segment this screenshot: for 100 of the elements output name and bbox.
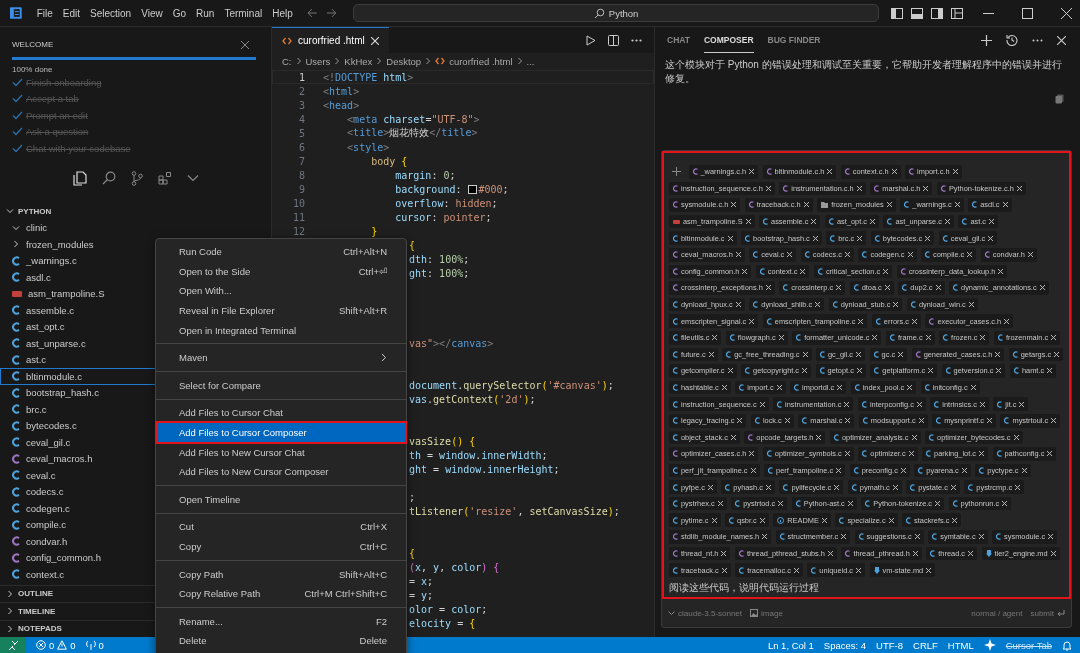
remove-icon[interactable] [803, 202, 809, 208]
remove-icon[interactable] [837, 385, 843, 390]
history-icon[interactable] [1006, 34, 1018, 46]
remove-icon[interactable] [926, 567, 932, 573]
status-item[interactable]: Spaces: 4 [823, 639, 867, 651]
more-icon[interactable] [631, 38, 642, 42]
panel-tab[interactable]: CHAT [667, 27, 690, 53]
remove-icon[interactable] [765, 185, 771, 191]
remove-icon[interactable] [802, 368, 808, 374]
image-button[interactable]: image [750, 608, 783, 618]
remove-icon[interactable] [759, 401, 765, 407]
remove-icon[interactable] [827, 169, 833, 175]
remove-icon[interactable] [893, 302, 899, 308]
remove-icon[interactable] [1004, 318, 1010, 324]
remove-icon[interactable] [968, 302, 974, 308]
remove-icon[interactable] [811, 219, 817, 225]
plus-icon[interactable] [981, 34, 992, 46]
remove-icon[interactable] [735, 302, 741, 308]
remove-icon[interactable] [1016, 185, 1022, 191]
remove-icon[interactable] [1051, 335, 1057, 341]
remove-icon[interactable] [1002, 501, 1008, 507]
remove-icon[interactable] [998, 268, 1004, 274]
remove-icon[interactable] [925, 335, 931, 341]
remove-icon[interactable] [844, 401, 850, 407]
menu-item[interactable]: Cut Ctrl+X [157, 517, 405, 537]
panel-tab[interactable]: COMPOSER [704, 27, 754, 53]
remove-icon[interactable] [778, 335, 784, 341]
remove-icon[interactable] [980, 335, 986, 341]
sparkle-icon[interactable] [983, 639, 996, 651]
remove-icon[interactable] [800, 268, 806, 274]
menu-item[interactable]: Run Code Ctrl+Alt+N [157, 242, 405, 262]
search-icon[interactable] [101, 171, 116, 185]
remove-icon[interactable] [944, 219, 950, 225]
split-editor-icon[interactable] [608, 34, 619, 46]
remove-icon[interactable] [912, 550, 918, 556]
remove-icon[interactable] [907, 252, 913, 258]
sidebar-toggle-icon[interactable] [931, 7, 943, 19]
remove-icon[interactable] [928, 368, 934, 374]
remove-icon[interactable] [979, 401, 985, 407]
remove-icon[interactable] [784, 418, 790, 424]
chevron-down-icon[interactable] [186, 174, 199, 182]
branch-icon[interactable] [130, 170, 143, 186]
remove-icon[interactable] [987, 418, 992, 424]
remove-icon[interactable] [856, 185, 862, 191]
remove-icon[interactable] [967, 252, 973, 258]
close-icon[interactable] [241, 40, 249, 49]
menu-item[interactable]: Add Files to New Cursor Composer [157, 461, 405, 482]
editor-tab[interactable]: curorfried .html [272, 27, 389, 53]
remove-icon[interactable] [978, 534, 984, 540]
remove-icon[interactable] [847, 501, 853, 507]
menu-item[interactable]: Copy Ctrl+C [157, 536, 405, 557]
remove-icon[interactable] [737, 418, 743, 424]
forward-icon[interactable] [325, 7, 338, 19]
remote-button[interactable] [0, 637, 26, 653]
status-item[interactable]: Ln 1, Col 1 [767, 639, 814, 651]
mode-toggle[interactable]: normal / agent [971, 608, 1023, 618]
remove-icon[interactable] [888, 517, 894, 523]
extensions-icon[interactable] [157, 171, 172, 185]
remove-icon[interactable] [765, 285, 771, 291]
remove-icon[interactable] [968, 550, 973, 556]
sidebar-toggle-icon[interactable] [891, 7, 903, 19]
remove-icon[interactable] [856, 368, 862, 374]
copy-icon[interactable] [1055, 94, 1064, 104]
breadcrumb[interactable]: Users [305, 55, 331, 67]
remove-icon[interactable] [916, 401, 922, 407]
breadcrumb[interactable]: C: [282, 55, 292, 67]
back-icon[interactable] [305, 7, 318, 19]
panel-toggle-icon[interactable] [911, 7, 923, 19]
remove-icon[interactable] [918, 418, 924, 424]
remove-icon[interactable] [1047, 451, 1053, 457]
remove-icon[interactable] [1050, 550, 1056, 556]
menu-item[interactable]: Help [267, 5, 298, 21]
remove-icon[interactable] [1051, 418, 1057, 424]
ports-status[interactable]: 0 [85, 639, 104, 651]
remove-icon[interactable] [908, 451, 914, 457]
menu-item[interactable]: Add Files to New Cursor Chat [157, 442, 405, 462]
add-file-icon[interactable] [672, 167, 681, 177]
menu-item[interactable]: View [136, 5, 168, 21]
status-item[interactable]: CRLF [913, 639, 938, 651]
remove-icon[interactable] [1047, 368, 1053, 374]
remove-icon[interactable] [925, 235, 931, 241]
menu-item[interactable]: File [31, 5, 58, 21]
remove-icon[interactable] [898, 351, 904, 357]
remove-icon[interactable] [1015, 484, 1021, 490]
remove-icon[interactable] [711, 517, 717, 523]
remove-icon[interactable] [821, 517, 827, 523]
remove-icon[interactable] [749, 318, 755, 324]
menu-item[interactable]: Run [191, 5, 220, 21]
remove-icon[interactable] [856, 567, 862, 573]
remove-icon[interactable] [857, 235, 863, 241]
menu-item[interactable]: Reveal in File Explorer Shift+Alt+R [157, 300, 405, 321]
remove-icon[interactable] [762, 534, 768, 540]
status-item[interactable]: UTF-8 [876, 639, 903, 651]
menu-item[interactable]: Go [167, 5, 192, 21]
remove-icon[interactable] [816, 434, 822, 440]
remove-icon[interactable] [1013, 434, 1019, 440]
remove-icon[interactable] [1027, 252, 1033, 258]
layout-icon[interactable] [951, 7, 963, 19]
remove-icon[interactable] [745, 219, 751, 225]
remove-icon[interactable] [1002, 202, 1008, 208]
